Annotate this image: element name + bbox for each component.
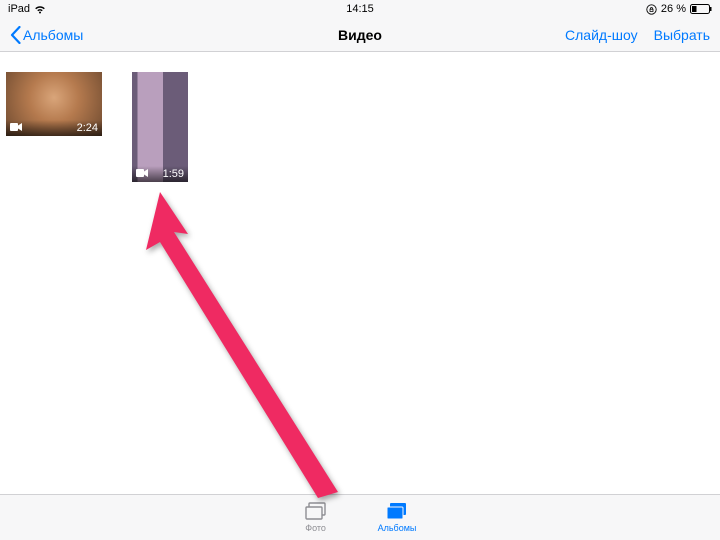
video-thumbnail[interactable]: 1:59 [132, 72, 188, 182]
video-badge: 2:24 [6, 120, 102, 136]
page-title: Видео [338, 27, 382, 43]
status-bar: iPad 14:15 26 % [0, 0, 720, 18]
video-grid: 2:24 1:59 [0, 52, 720, 202]
content-area: 2:24 1:59 [0, 52, 720, 494]
video-icon [10, 122, 22, 134]
status-time: 14:15 [346, 3, 374, 15]
video-icon [136, 168, 148, 180]
battery-icon [690, 4, 712, 14]
albums-icon [385, 502, 409, 522]
device-name: iPad [8, 3, 30, 15]
tab-bar: Фото Альбомы [0, 494, 720, 540]
navigation-bar: Альбомы Видео Слайд-шоу Выбрать [0, 18, 720, 52]
tab-photos[interactable]: Фото [304, 502, 328, 533]
video-duration: 2:24 [77, 122, 98, 134]
video-duration: 1:59 [163, 168, 184, 180]
video-badge: 1:59 [132, 166, 188, 182]
annotation-arrow [130, 192, 350, 502]
slideshow-button[interactable]: Слайд-шоу [565, 27, 638, 43]
video-thumbnail[interactable]: 2:24 [6, 72, 102, 136]
orientation-lock-icon [646, 4, 657, 15]
tab-label: Альбомы [378, 523, 417, 533]
tab-label: Фото [305, 523, 326, 533]
tab-albums[interactable]: Альбомы [378, 502, 417, 533]
chevron-left-icon [10, 26, 21, 44]
battery-percent: 26 % [661, 3, 686, 15]
back-label: Альбомы [23, 27, 83, 43]
select-button[interactable]: Выбрать [654, 27, 710, 43]
photo-stack-icon [304, 502, 328, 522]
back-button[interactable]: Альбомы [10, 26, 83, 44]
wifi-icon [34, 5, 46, 14]
